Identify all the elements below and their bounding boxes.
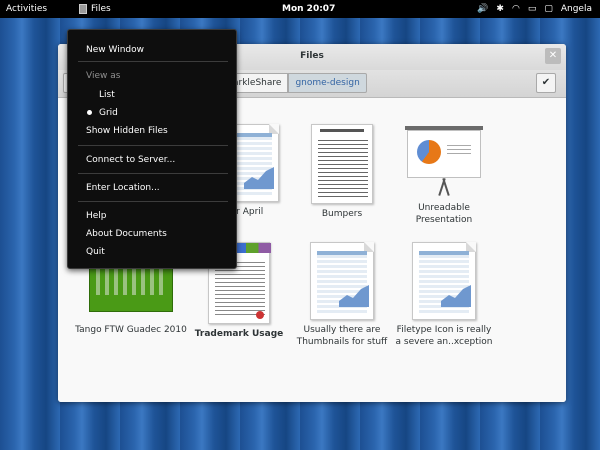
file-item[interactable]: Usually there are Thumbnails for stuff [287,242,397,348]
bluetooth-icon[interactable]: ✱ [496,2,504,16]
menu-show-hidden-files[interactable]: Show Hidden Files [86,125,168,137]
file-item[interactable]: Bumpers [287,124,397,220]
user-menu[interactable]: Angela [561,2,592,16]
menu-enter-location[interactable]: Enter Location... [86,182,160,194]
document-thumbnail [311,124,373,204]
file-name: Tango FTW Guadec 2010 [75,325,187,335]
file-item[interactable]: Unreadable Presentation [389,126,499,226]
menu-new-window[interactable]: New Window [86,44,144,56]
spreadsheet-thumbnail [310,242,374,320]
top-bar: Activities Files Mon 20:07 🔊 ✱ ◠ ▭ ▢ Ang… [0,0,600,18]
file-name: Bumpers [321,209,363,219]
breadcrumb: arkleShare gnome-design [226,73,367,93]
file-name: Filetype Icon is really a severe an..xce… [395,325,493,347]
close-button[interactable]: ✕ [545,48,561,64]
spreadsheet-thumbnail [412,242,476,320]
volume-icon[interactable]: 🔊 [477,2,488,16]
menu-separator [78,173,228,174]
menu-view-as-header: View as [86,71,121,81]
presentation-icon [405,126,483,198]
menu-separator [78,145,228,146]
select-items-button[interactable]: ✔ [536,73,556,93]
menu-separator [78,61,228,62]
menu-quit[interactable]: Quit [86,246,105,258]
wifi-icon[interactable]: ◠ [512,2,520,16]
activities-button[interactable]: Activities [6,3,47,15]
app-menu-label: Files [91,4,111,14]
system-tray: 🔊 ✱ ◠ ▭ ▢ Angela [477,2,592,16]
menu-separator [78,201,228,202]
file-name: Usually there are Thumbnails for stuff [296,325,388,347]
breadcrumb-gnome-design[interactable]: gnome-design [288,73,367,93]
battery-icon[interactable]: ▭ [528,2,537,16]
file-name: Unreadable Presentation [415,203,473,225]
menu-view-list[interactable]: List [99,89,115,101]
radio-selected-icon [87,110,92,115]
menu-connect-to-server[interactable]: Connect to Server... [86,154,175,166]
files-app-icon [79,4,87,14]
file-item[interactable]: Filetype Icon is really a severe an..xce… [389,242,499,348]
file-name: Trademark Usage [194,329,284,339]
menu-about[interactable]: About Documents [86,228,167,240]
menu-help[interactable]: Help [86,210,107,222]
clock[interactable]: Mon 20:07 [282,3,335,15]
chat-icon[interactable]: ▢ [544,2,553,16]
app-menu: New Window View as List Grid Show Hidden… [67,29,237,269]
app-menu-button[interactable]: Files [79,3,111,15]
menu-view-grid[interactable]: Grid [99,107,118,119]
